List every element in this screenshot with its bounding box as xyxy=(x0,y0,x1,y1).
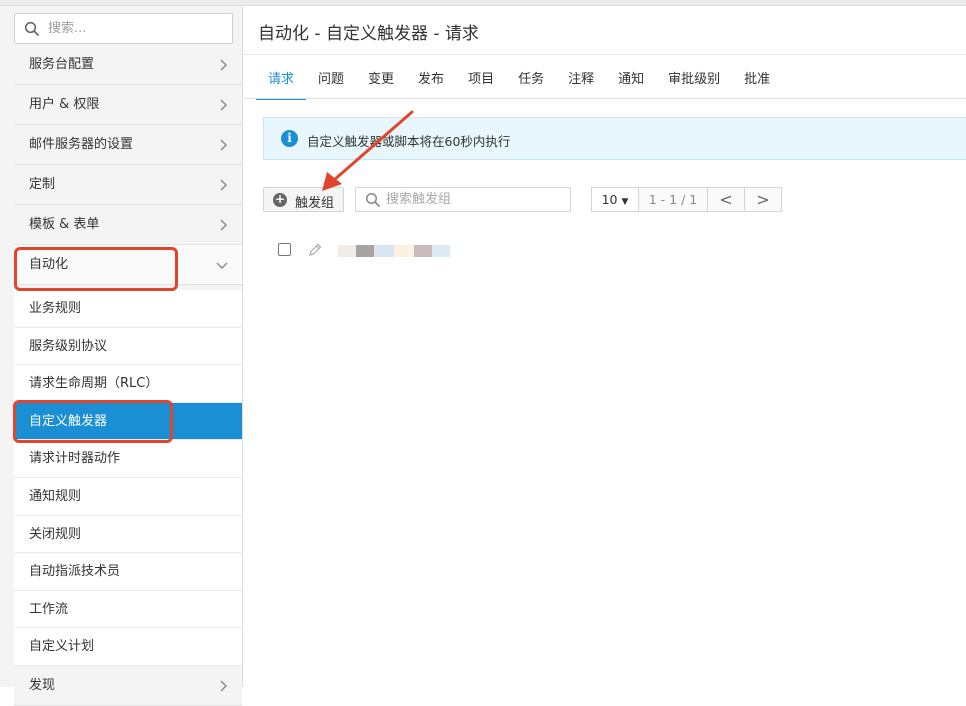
page-title: 自动化 - 自定义触发器 - 请求 xyxy=(258,24,479,44)
trigger-group-search[interactable] xyxy=(355,187,571,212)
submenu-item-custom-triggers[interactable]: 自定义触发器 xyxy=(14,402,242,441)
prev-page-button[interactable]: < xyxy=(707,187,745,212)
add-trigger-group-label: 触发组 xyxy=(295,196,335,211)
sidebar-item-discovery[interactable]: 发现 xyxy=(14,666,242,706)
sidebar-item-templates-forms[interactable]: 模板 & 表单 xyxy=(14,205,242,245)
sidebar-item-users-permissions[interactable]: 用户 & 权限 xyxy=(14,85,242,125)
next-page-button[interactable]: > xyxy=(744,187,782,212)
tabs-divider xyxy=(244,98,966,99)
page-size-value: 10 xyxy=(601,192,618,207)
trigger-group-row xyxy=(278,242,578,260)
tab-approval[interactable]: 批准 xyxy=(732,66,782,100)
sidebar-item-label: 服务台配置 xyxy=(29,57,95,72)
page-range: 1 - 1 / 1 xyxy=(638,187,708,212)
add-trigger-group-button[interactable]: + 触发组 xyxy=(263,187,344,212)
page-size-select[interactable]: 10 ▼ xyxy=(591,187,639,212)
info-banner: i 自定义触发器或脚本将在60秒内执行 xyxy=(263,117,966,160)
submenu-item-auto-assign[interactable]: 自动指派技术员 xyxy=(14,553,242,591)
search-icon xyxy=(365,192,380,207)
tab-approval-level[interactable]: 审批级别 xyxy=(656,66,732,100)
pagination: 10 ▼ 1 - 1 / 1 < > xyxy=(591,187,782,212)
sidebar-item-label: 模板 & 表单 xyxy=(29,217,100,232)
submenu-item-sla[interactable]: 服务级别协议 xyxy=(14,327,242,366)
submenu-item-closure-rules[interactable]: 关闭规则 xyxy=(14,515,242,554)
submenu-item-timer-actions[interactable]: 请求计时器动作 xyxy=(14,440,242,478)
module-tabs: 请求 问题 变更 发布 项目 任务 注释 通知 审批级别 批准 xyxy=(256,66,782,100)
sidebar-item-label: 发现 xyxy=(29,678,56,693)
trigger-group-search-input[interactable] xyxy=(386,190,566,209)
sidebar-item-automation[interactable]: 自动化 xyxy=(14,245,242,285)
chevron-right-icon xyxy=(220,59,227,71)
tab-project[interactable]: 项目 xyxy=(456,66,506,100)
automation-submenu: 业务规则 服务级别协议 请求生命周期（RLC） 自定义触发器 请求计时器动作 通… xyxy=(14,290,242,666)
sidebar-search-input[interactable] xyxy=(48,18,228,39)
tab-task[interactable]: 任务 xyxy=(506,66,556,100)
chevron-right-icon xyxy=(220,219,227,231)
tab-note[interactable]: 注释 xyxy=(556,66,606,100)
submenu-item-custom-schedule[interactable]: 自定义计划 xyxy=(14,628,242,666)
sidebar-item-label: 自动化 xyxy=(29,257,69,272)
chevron-right-icon xyxy=(220,139,227,151)
tab-release[interactable]: 发布 xyxy=(406,66,456,100)
search-icon xyxy=(24,21,39,36)
redacted-group-name xyxy=(338,245,450,257)
sidebar-search[interactable] xyxy=(14,13,233,44)
chevron-right-icon xyxy=(220,680,227,692)
sidebar-item-label: 邮件服务器的设置 xyxy=(29,137,134,152)
sidebar-item-label: 定制 xyxy=(29,177,56,192)
sidebar-item-customization[interactable]: 定制 xyxy=(14,165,242,205)
chevron-down-icon xyxy=(216,262,228,269)
sidebar-item-label: 用户 & 权限 xyxy=(29,97,100,112)
main-panel: 自动化 - 自定义触发器 - 请求 请求 问题 变更 发布 项目 任务 注释 通… xyxy=(244,6,966,687)
chevron-right-icon xyxy=(220,179,227,191)
header-divider xyxy=(244,54,966,55)
row-checkbox[interactable] xyxy=(278,243,291,256)
sidebar-menu: 服务台配置 用户 & 权限 邮件服务器的设置 定制 模板 & 表单 自动化 xyxy=(14,45,242,285)
tab-problem[interactable]: 问题 xyxy=(306,66,356,100)
submenu-item-rlc[interactable]: 请求生命周期（RLC） xyxy=(14,365,242,403)
sidebar-item-mail-server[interactable]: 邮件服务器的设置 xyxy=(14,125,242,165)
info-icon: i xyxy=(281,130,298,147)
tab-notification[interactable]: 通知 xyxy=(606,66,656,100)
caret-down-icon: ▼ xyxy=(621,197,629,207)
tab-change[interactable]: 变更 xyxy=(356,66,406,100)
submenu-item-notification-rules[interactable]: 通知规则 xyxy=(14,477,242,516)
sidebar-item-helpdesk-config[interactable]: 服务台配置 xyxy=(14,45,242,85)
submenu-item-workflow[interactable]: 工作流 xyxy=(14,590,242,629)
edit-pencil-icon[interactable] xyxy=(307,242,323,258)
info-banner-text: 自定义触发器或脚本将在60秒内执行 xyxy=(307,134,511,149)
submenu-item-business-rules[interactable]: 业务规则 xyxy=(14,290,242,328)
chevron-right-icon xyxy=(220,99,227,111)
sidebar-menu-lower: 发现 xyxy=(14,666,242,706)
tab-request[interactable]: 请求 xyxy=(256,66,307,100)
plus-circle-icon: + xyxy=(273,192,287,207)
